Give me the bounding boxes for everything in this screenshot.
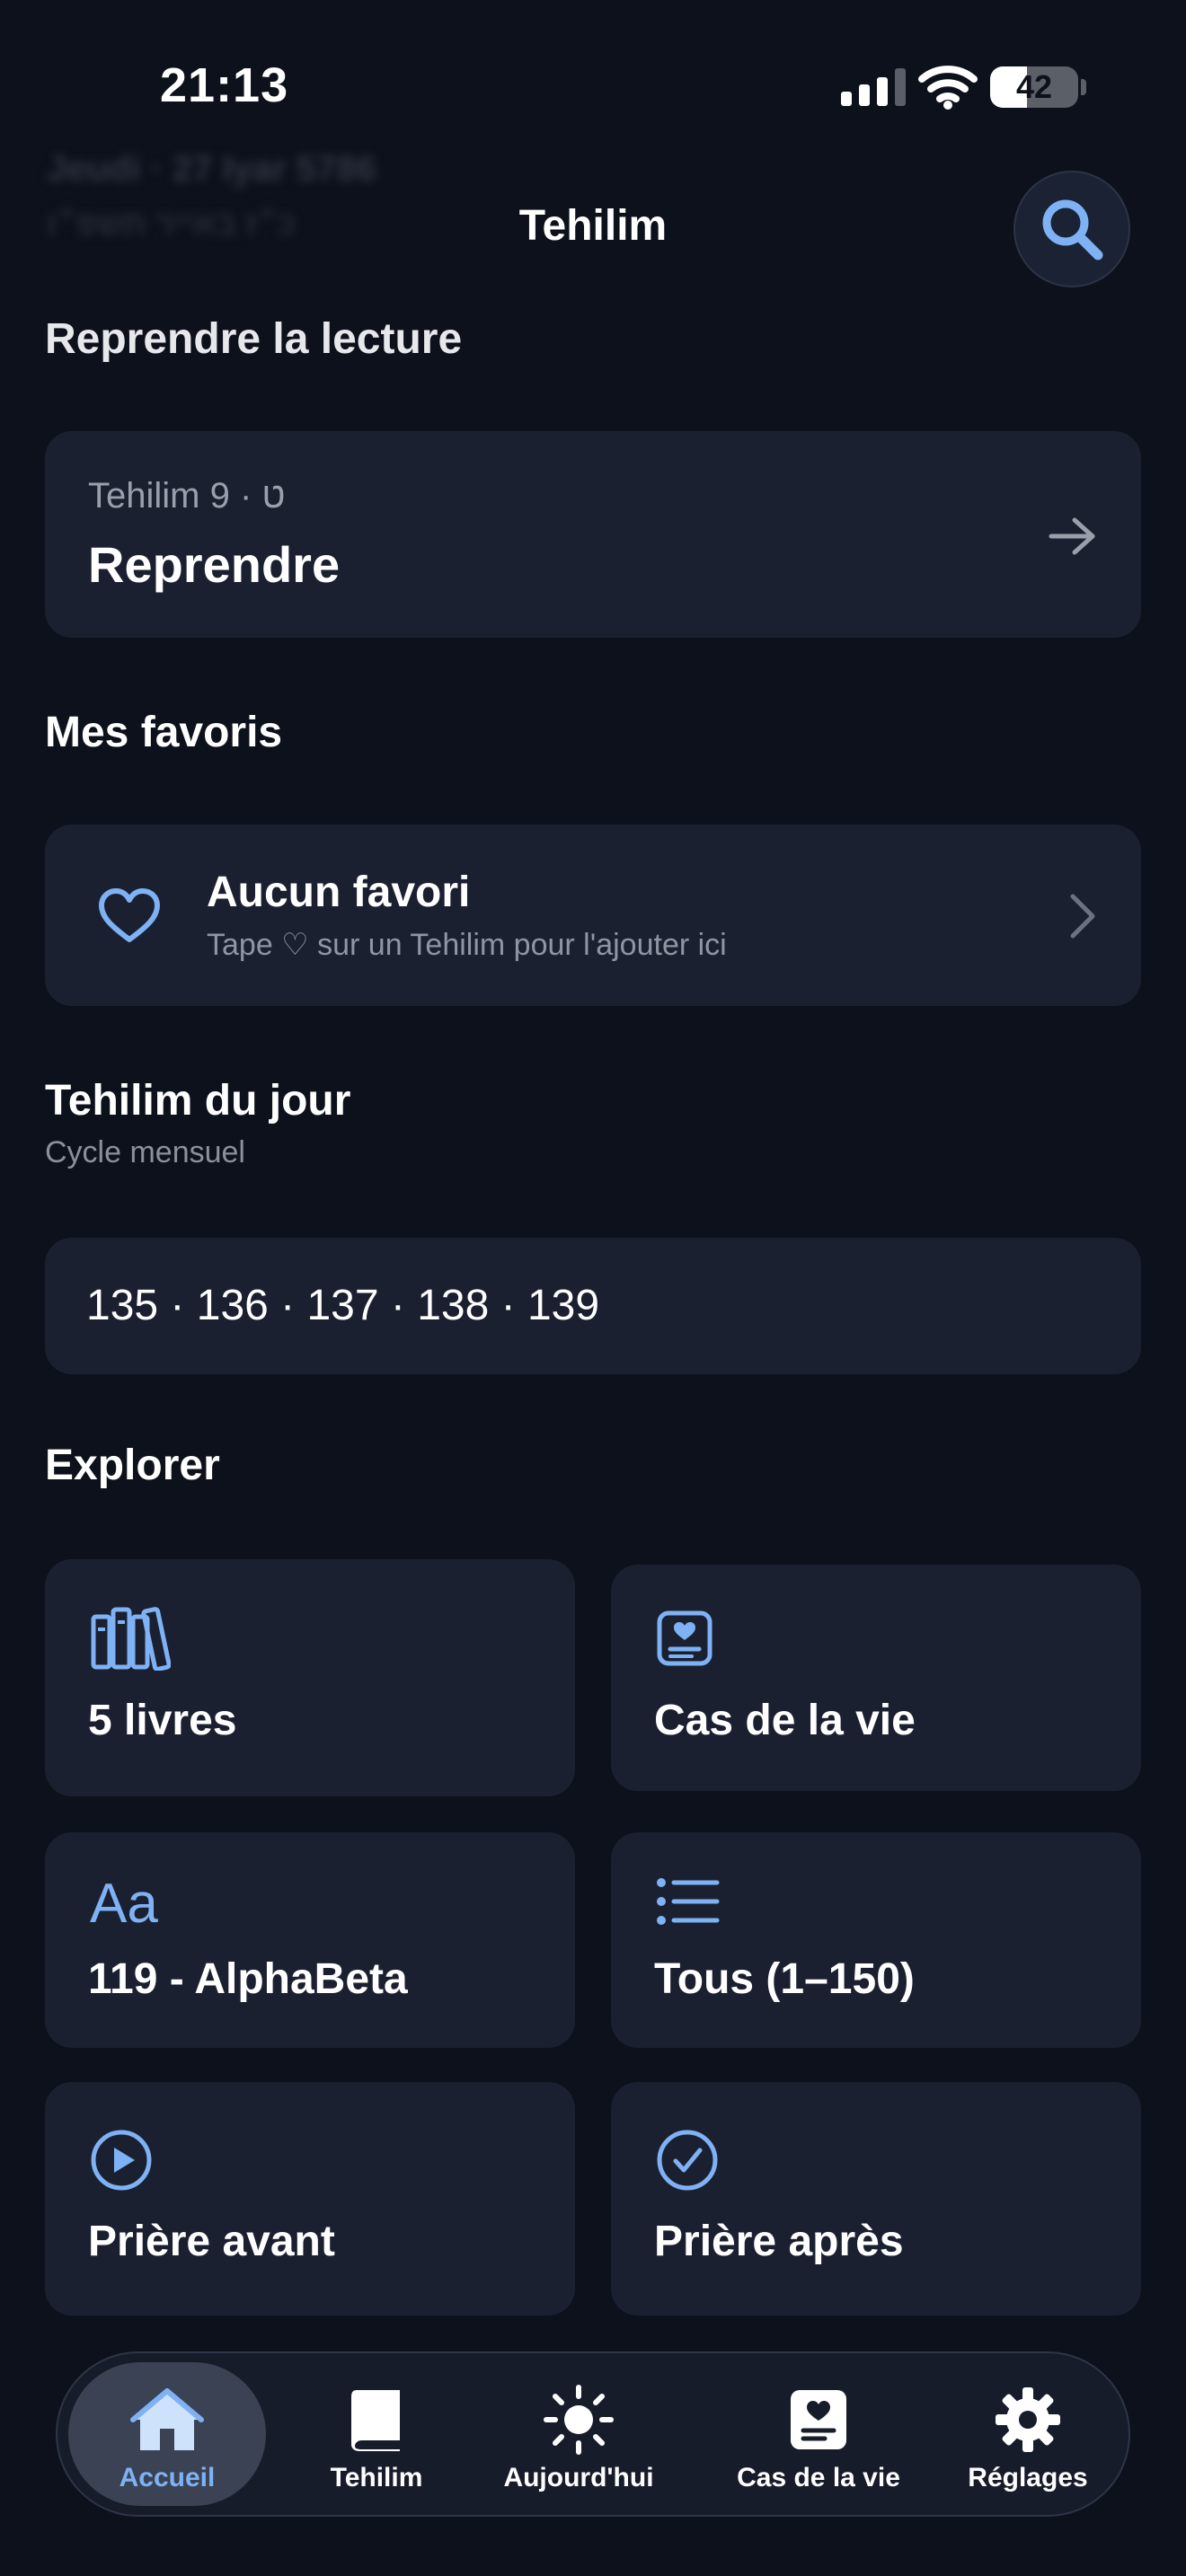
- daily-section-subtitle: Cycle mensuel: [45, 1135, 245, 1169]
- heart-document-icon: [657, 1610, 712, 1666]
- favorites-empty-title: Aucun favori: [207, 869, 471, 916]
- explore-tile-all[interactable]: Tous (1–150): [611, 1832, 1141, 2048]
- hebrew-date-latin: Jeudi · 27 Iyar 5786: [47, 149, 376, 189]
- explore-tile-alphabeta[interactable]: Aa 119 - AlphaBeta: [45, 1832, 575, 2048]
- tab-settings[interactable]: Réglages: [938, 2362, 1118, 2506]
- explore-tile-prayer-before[interactable]: Prière avant: [45, 2082, 575, 2316]
- explore-tile-prayer-after-label: Prière après: [654, 2218, 904, 2265]
- resume-section-title: Reprendre la lecture: [45, 315, 463, 363]
- favorites-section-title: Mes favoris: [45, 709, 283, 756]
- arrow-right-icon: [1049, 517, 1095, 555]
- favorites-card[interactable]: Aucun favori Tape ♡ sur un Tehilim pour …: [45, 825, 1141, 1006]
- explore-tile-all-label: Tous (1–150): [654, 1955, 915, 2003]
- chevron-right-icon: [1070, 894, 1095, 939]
- explore-section-title: Explorer: [45, 1442, 220, 1489]
- home-screen: 21:13 42 Jeudi · 27 Iyar 5786 כ״ז באייר …: [0, 0, 1186, 2576]
- page-title: Tehilim: [518, 202, 668, 250]
- explore-tile-books-label: 5 livres: [88, 1697, 237, 1744]
- tab-home-label: Accueil: [119, 2463, 216, 2492]
- search-icon: [1042, 199, 1103, 260]
- explore-tile-life-cases[interactable]: Cas de la vie: [611, 1565, 1141, 1791]
- book-icon: [351, 2390, 400, 2451]
- status-bar: 21:13 42: [0, 0, 1186, 171]
- tab-life-cases[interactable]: Cas de la vie: [697, 2362, 940, 2506]
- tab-bar: Accueil Tehilim Aujourd'hui Cas de la vi…: [56, 2351, 1130, 2517]
- explore-tile-prayer-before-label: Prière avant: [88, 2218, 335, 2265]
- play-circle-icon: [91, 2130, 152, 2191]
- explore-tile-prayer-after[interactable]: Prière après: [611, 2082, 1141, 2316]
- resume-card[interactable]: Tehilim 9 · ט Reprendre: [45, 431, 1141, 638]
- cellular-signal-icon: [841, 66, 906, 106]
- gear-icon: [996, 2387, 1060, 2452]
- battery-icon: 42: [990, 66, 1078, 108]
- battery-cap: [1081, 79, 1086, 95]
- resume-action: Reprendre: [88, 536, 341, 593]
- explore-tile-books[interactable]: 5 livres: [45, 1559, 575, 1796]
- tab-today-label: Aujourd'hui: [503, 2463, 654, 2492]
- resume-subtitle: Tehilim 9 · ט: [88, 476, 286, 516]
- books-icon: [91, 1607, 171, 1671]
- explore-tile-life-cases-label: Cas de la vie: [654, 1697, 916, 1744]
- check-circle-icon: [657, 2130, 718, 2191]
- status-time: 21:13: [160, 58, 289, 112]
- house-icon: [130, 2388, 204, 2450]
- wifi-icon: [918, 66, 978, 110]
- explore-tile-alphabeta-label: 119 - AlphaBeta: [88, 1955, 408, 2003]
- list-icon: [657, 1878, 720, 1925]
- tab-settings-label: Réglages: [968, 2463, 1088, 2492]
- tab-today[interactable]: Aujourd'hui: [462, 2362, 695, 2506]
- tab-tehilim-label: Tehilim: [330, 2463, 423, 2492]
- tab-tehilim[interactable]: Tehilim: [300, 2362, 453, 2506]
- search-button[interactable]: [1013, 171, 1130, 287]
- tab-life-cases-label: Cas de la vie: [737, 2463, 900, 2492]
- daily-chapters: 135 · 136 · 137 · 138 · 139: [86, 1282, 600, 1329]
- heart-icon: [99, 888, 160, 942]
- daily-chapters-card[interactable]: 135 · 136 · 137 · 138 · 139: [45, 1238, 1141, 1374]
- battery-percentage: 42: [1015, 68, 1053, 105]
- favorites-empty-hint: Tape ♡ sur un Tehilim pour l'ajouter ici: [207, 928, 727, 962]
- heart-document-icon: [791, 2390, 846, 2449]
- daily-section-title: Tehilim du jour: [45, 1077, 351, 1125]
- tab-home[interactable]: Accueil: [68, 2362, 266, 2506]
- alphabet-icon: Aa: [90, 1873, 158, 1935]
- sun-icon: [544, 2385, 614, 2455]
